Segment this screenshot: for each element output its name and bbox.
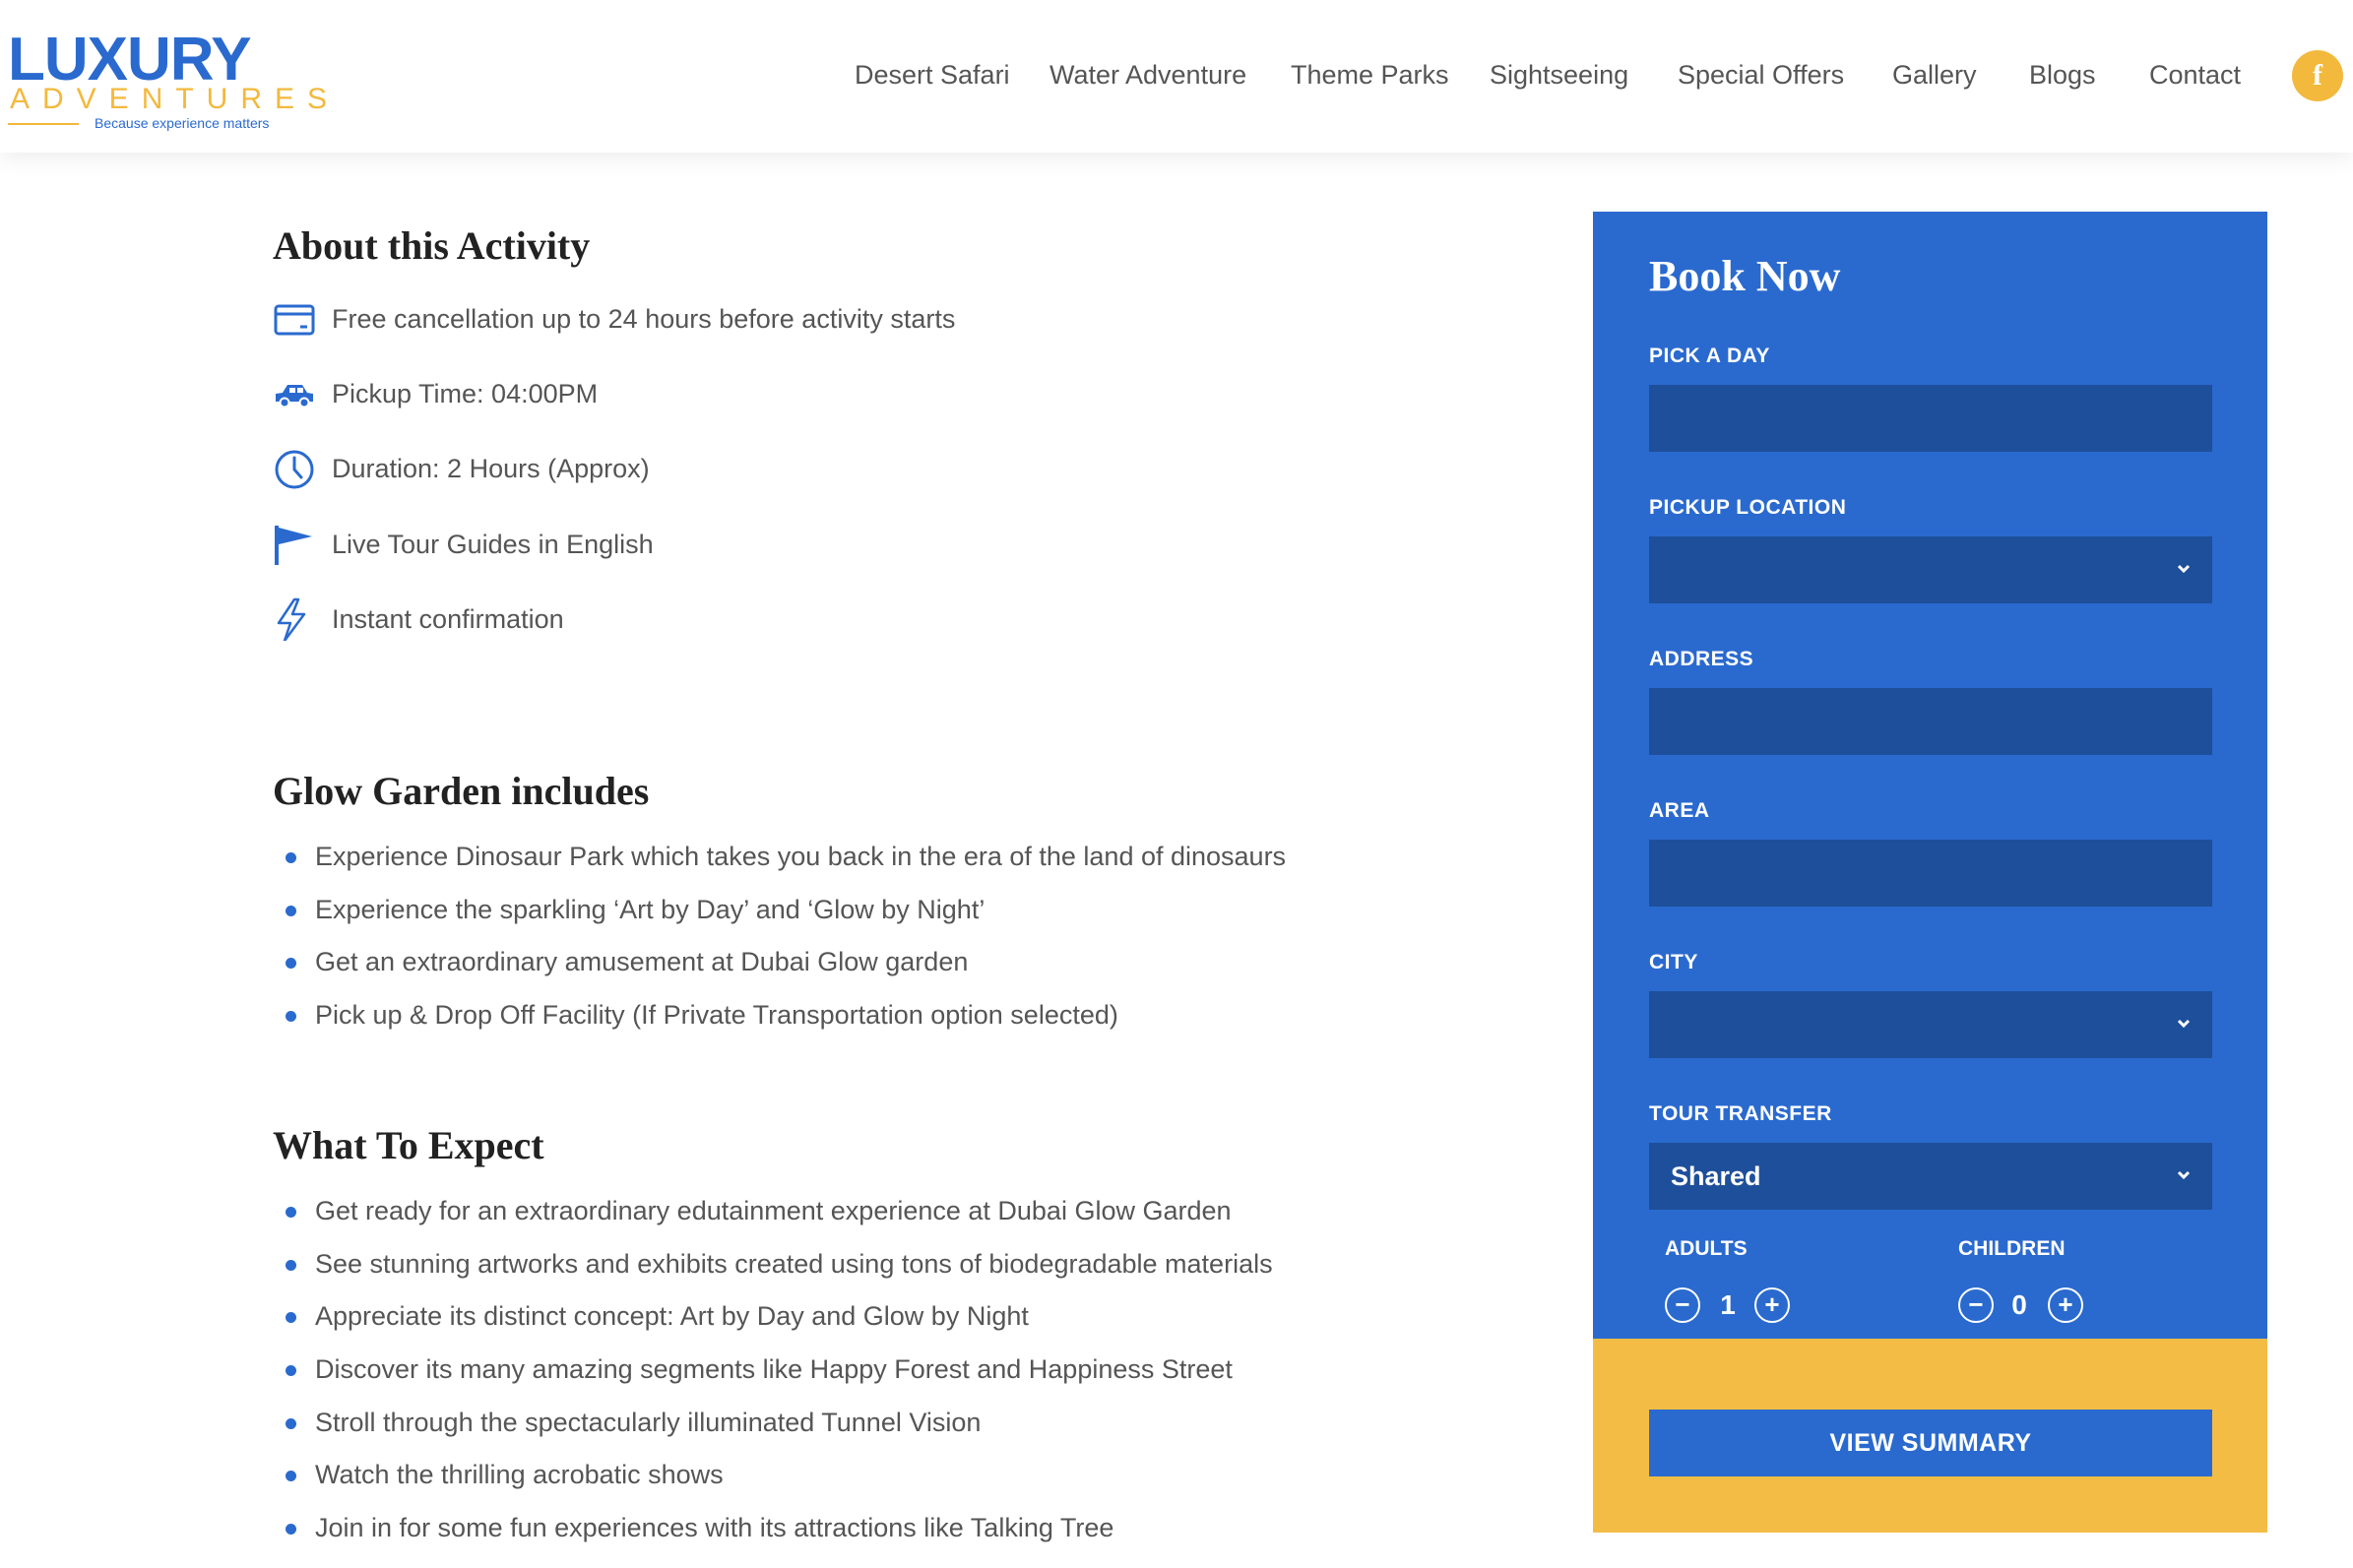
booking-form: Book Now PICK A DAY PICKUP LOCATION ADDR… [1593,212,2267,1339]
nav-contact[interactable]: Contact [2149,55,2241,94]
nav-water-adventure[interactable]: Water Adventure [1049,55,1246,94]
booking-panel: Book Now PICK A DAY PICKUP LOCATION ADDR… [1593,212,2267,1533]
list-item-text: Pick up & Drop Off Facility (If Private … [315,1000,1118,1030]
pickup-location-label: PICKUP LOCATION [1649,496,1847,519]
list-item-text: Get an extraordinary amusement at Dubai … [315,947,969,976]
pick-a-day-input[interactable] [1649,385,2212,452]
includes-title: Glow Garden includes [273,769,650,813]
tour-transfer-value: Shared [1671,1161,1761,1191]
pick-a-day-label: PICK A DAY [1649,345,1770,367]
adults-label: ADULTS [1665,1237,1748,1260]
bullet [286,1260,296,1271]
nav-desert-safari[interactable]: Desert Safari [855,55,1010,94]
list-item-text: Get ready for an extraordinary edutainme… [315,1196,1232,1225]
city-label: CITY [1649,951,1698,973]
children-increment-button[interactable]: + [2048,1287,2083,1323]
area-label: AREA [1649,799,1710,822]
feature-text: Pickup Time: 04:00PM [332,379,599,408]
facebook-icon[interactable]: f [2292,50,2343,101]
list-item-text: Stroll through the spectacularly illumin… [315,1408,982,1437]
logo-wordmark: LUXURY [8,26,252,94]
list-item-text: Experience the sparkling ‘Art by Day’ an… [315,895,986,924]
address-input[interactable] [1649,688,2212,755]
area-input[interactable] [1649,840,2212,907]
list-item-text: Experience Dinosaur Park which takes you… [315,842,1287,871]
adults-count: 1 [1720,1289,1736,1320]
expect-title: What To Expect [273,1123,544,1167]
nav-theme-parks[interactable]: Theme Parks [1291,55,1449,94]
tour-transfer-label: TOUR TRANSFER [1649,1102,1832,1125]
feature-text: Live Tour Guides in English [332,530,654,559]
children-decrement-button[interactable]: − [1958,1287,1994,1323]
flag-icon [275,526,312,565]
booking-title: Book Now [1649,252,1841,300]
site-header: LUXURY ADVENTURES Because experience mat… [0,0,2353,153]
about-title: About this Activity [273,223,591,268]
address-label: ADDRESS [1649,648,1754,670]
chevron-down-icon [2177,1170,2191,1180]
logo-divider [8,123,79,125]
bullet [286,1471,296,1481]
feature-text: Free cancellation up to 24 hours before … [332,304,956,334]
bullet [286,1524,296,1535]
chevron-down-icon [2177,564,2191,574]
list-item-text: Appreciate its distinct concept: Art by … [315,1301,1029,1331]
bullet [286,852,296,863]
tour-transfer-select[interactable]: Shared [1649,1143,2212,1210]
feature-text: Instant confirmation [332,604,564,634]
bullet [286,906,296,916]
pickup-location-select[interactable] [1649,536,2212,603]
adults-decrement-button[interactable]: − [1665,1287,1700,1323]
bullet [286,1312,296,1323]
lightning-icon [277,597,306,641]
feature-text: Duration: 2 Hours (Approx) [332,454,650,483]
city-select[interactable] [1649,991,2212,1058]
card-icon [274,304,315,336]
list-item-text: Join in for some fun experiences with it… [315,1513,1114,1542]
nav-blogs[interactable]: Blogs [2029,55,2096,94]
bullet [286,1207,296,1218]
bullet [286,958,296,969]
adults-increment-button[interactable]: + [1754,1287,1790,1323]
bullet [286,1365,296,1376]
logo-tagline: Because experience matters [95,115,270,131]
car-icon [276,385,313,408]
list-item-text: Discover its many amazing segments like … [315,1354,1233,1384]
children-count: 0 [2011,1289,2027,1320]
nav-special-offers[interactable]: Special Offers [1678,55,1844,94]
nav-gallery[interactable]: Gallery [1892,55,1977,94]
chevron-down-icon [2177,1019,2191,1029]
bullet [286,1011,296,1022]
list-item-text: Watch the thrilling acrobatic shows [315,1460,724,1489]
logo-subtitle: ADVENTURES [10,83,341,115]
list-item-text: See stunning artworks and exhibits creat… [315,1249,1273,1279]
clock-icon [275,450,314,489]
brand-logo[interactable]: LUXURY ADVENTURES Because experience mat… [8,26,327,132]
bullet [286,1418,296,1429]
nav-sightseeing[interactable]: Sightseeing [1490,55,1628,94]
view-summary-button[interactable]: VIEW SUMMARY [1649,1410,2212,1476]
children-label: CHILDREN [1958,1237,2066,1260]
